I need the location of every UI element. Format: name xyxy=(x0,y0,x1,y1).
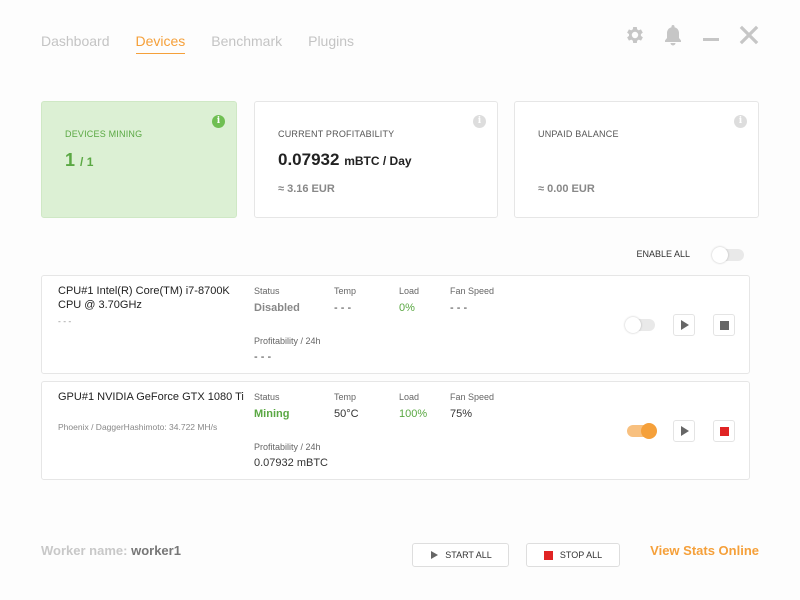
devices-total-count: / 1 xyxy=(80,155,94,169)
stop-icon xyxy=(719,426,729,436)
tab-devices[interactable]: Devices xyxy=(135,33,186,54)
view-stats-online-link[interactable]: View Stats Online xyxy=(650,543,759,558)
unpaid-balance-fiat: ≈ 0.00 EUR xyxy=(538,183,595,195)
profitability-unit: mBTC / Day xyxy=(344,154,412,168)
device-name: CPU#1 Intel(R) Core(TM) i7-8700K CPU @ 3… xyxy=(58,285,230,311)
unpaid-balance-label: UNPAID BALANCE xyxy=(538,129,619,139)
device-fan-speed: - - - xyxy=(450,302,468,314)
profitability-value: 0.07932 mBTC / Day xyxy=(278,150,412,170)
start-device-button[interactable] xyxy=(673,420,695,442)
profitability-amount: 0.07932 xyxy=(278,150,340,169)
devices-mining-value: 1 / 1 xyxy=(65,150,93,171)
device-fan-speed: 75% xyxy=(450,408,473,420)
current-profitability-label: CURRENT PROFITABILITY xyxy=(278,129,395,139)
device-enable-toggle[interactable] xyxy=(627,423,657,439)
tab-plugins[interactable]: Plugins xyxy=(308,33,354,54)
device-profitability: - - - xyxy=(254,351,272,363)
window-controls xyxy=(624,24,760,46)
play-icon xyxy=(681,426,689,436)
play-icon xyxy=(431,551,439,559)
toggle-knob xyxy=(641,423,657,439)
devices-mining-label: DEVICES MINING xyxy=(65,129,143,139)
temp-column-label: Temp xyxy=(334,392,357,402)
fan-column-label: Fan Speed xyxy=(450,392,495,402)
temp-column-label: Temp xyxy=(334,286,357,296)
toggle-knob xyxy=(712,247,728,263)
load-column-label: Load xyxy=(399,392,420,402)
stop-icon xyxy=(543,550,553,560)
toggle-knob xyxy=(625,317,641,333)
device-temp: - - - xyxy=(334,302,352,314)
stop-icon xyxy=(719,320,729,330)
devices-mining-card: DEVICES MINING i 1 / 1 xyxy=(41,101,237,218)
profitability-fiat: ≈ 3.16 EUR xyxy=(278,183,335,195)
bell-icon[interactable] xyxy=(662,24,684,46)
info-icon[interactable]: i xyxy=(212,115,225,128)
enable-all-toggle[interactable] xyxy=(712,247,744,263)
device-temp: 50°C xyxy=(334,408,359,420)
start-device-button[interactable] xyxy=(673,314,695,336)
close-icon[interactable] xyxy=(738,24,760,46)
fan-column-label: Fan Speed xyxy=(450,286,495,296)
profitability-column-label: Profitability / 24h xyxy=(254,442,321,452)
stop-device-button[interactable] xyxy=(713,420,735,442)
devices-active-count: 1 xyxy=(65,150,76,170)
gear-icon[interactable] xyxy=(624,24,646,46)
device-status: Mining xyxy=(254,408,290,420)
profitability-column-label: Profitability / 24h xyxy=(254,336,321,346)
status-column-label: Status xyxy=(254,392,280,402)
unpaid-balance-card: UNPAID BALANCE i ≈ 0.00 EUR xyxy=(514,101,759,218)
device-load: 0% xyxy=(399,302,415,314)
load-column-label: Load xyxy=(399,286,420,296)
stop-all-button[interactable]: STOP ALL xyxy=(526,543,620,567)
device-profitability: 0.07932 mBTC xyxy=(254,457,328,469)
device-algorithm: - - - xyxy=(58,316,72,326)
device-algorithm: Phoenix / DaggerHashimoto: 34.722 MH/s xyxy=(58,422,218,432)
worker-name-value: worker1 xyxy=(131,543,181,558)
play-icon xyxy=(681,320,689,330)
main-nav: Dashboard Devices Benchmark Plugins xyxy=(41,33,354,54)
device-status: Disabled xyxy=(254,302,300,314)
info-icon[interactable]: i xyxy=(473,115,486,128)
device-row-gpu: GPU#1 NVIDIA GeForce GTX 1080 Ti Phoenix… xyxy=(41,381,750,480)
device-load: 100% xyxy=(399,408,428,420)
worker-name-label: Worker name: xyxy=(41,543,128,558)
stop-device-button[interactable] xyxy=(713,314,735,336)
tab-benchmark[interactable]: Benchmark xyxy=(211,33,282,54)
stop-all-label: STOP ALL xyxy=(559,550,603,560)
info-icon[interactable]: i xyxy=(734,115,747,128)
current-profitability-card: CURRENT PROFITABILITY i 0.07932 mBTC / D… xyxy=(254,101,498,218)
minimize-icon[interactable] xyxy=(700,24,722,46)
worker-name: Worker name: worker1 xyxy=(41,543,181,558)
device-name: GPU#1 NVIDIA GeForce GTX 1080 Ti xyxy=(58,391,244,403)
start-all-button[interactable]: START ALL xyxy=(412,543,509,567)
start-all-label: START ALL xyxy=(445,550,492,560)
tab-dashboard[interactable]: Dashboard xyxy=(41,33,110,54)
device-enable-toggle[interactable] xyxy=(625,317,655,333)
device-row-cpu: CPU#1 Intel(R) Core(TM) i7-8700K CPU @ 3… xyxy=(41,275,750,374)
status-column-label: Status xyxy=(254,286,280,296)
enable-all-label: ENABLE ALL xyxy=(636,249,690,259)
